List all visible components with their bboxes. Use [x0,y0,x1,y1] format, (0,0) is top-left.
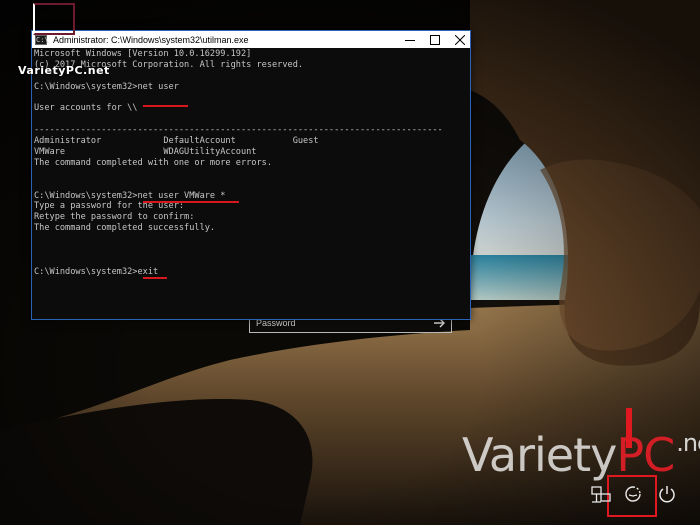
maximize-button[interactable] [421,31,449,48]
console-line: ----------------------------------------… [34,125,443,136]
power-icon [659,486,675,503]
maximize-icon [430,34,440,45]
console-line: C:\Windows\system32>exit [34,266,159,277]
watermark-large: VarietyPC.net [462,428,700,482]
minimize-button[interactable] [396,31,424,48]
console-line: The command completed successfully. [34,223,216,234]
console-line: C:\Windows\system32>net user VMWare * [34,190,226,201]
console-line: Administrator DefaultAccount Guest [34,136,319,147]
console-line: Microsoft Windows [Version 10.0.16299.19… [34,49,252,59]
watermark-prefix: Variety [462,428,617,482]
annotation-underline-exit [143,277,167,279]
title-bar[interactable]: C:\ Administrator: C:\Windows\system32\u… [32,31,470,48]
ease-of-access-icon [625,486,641,502]
watermark-small: VarietyPC.net [18,64,110,77]
console-line: VMWare WDAGUtilityAccount [34,147,257,158]
close-button[interactable] [446,31,474,48]
console-line: Retype the password to confirm: [34,212,195,223]
ease-of-access-button[interactable] [622,483,644,505]
window-title: Administrator: C:\Windows\system32\utilm… [53,34,249,45]
close-icon [455,34,465,45]
console-line: User accounts for \\ [34,103,138,114]
console-output[interactable]: Microsoft Windows [Version 10.0.16299.19… [34,49,468,319]
network-button[interactable] [590,483,612,505]
minimize-icon [405,39,415,41]
annotation-arrow [626,408,632,448]
console-line: C:\Windows\system32>net user [34,81,179,92]
watermark-logo-frame [33,3,75,35]
power-button[interactable] [656,483,678,505]
console-line: Type a password for the user: [34,201,185,212]
console-line: The command completed with one or more e… [34,157,272,168]
watermark-suffix: .net [676,429,700,457]
network-icon [591,486,611,503]
annotation-underline-net-user [143,105,188,107]
annotation-underline-net-user-vmware [143,201,239,203]
cmd-app-icon: C:\ [35,34,49,45]
